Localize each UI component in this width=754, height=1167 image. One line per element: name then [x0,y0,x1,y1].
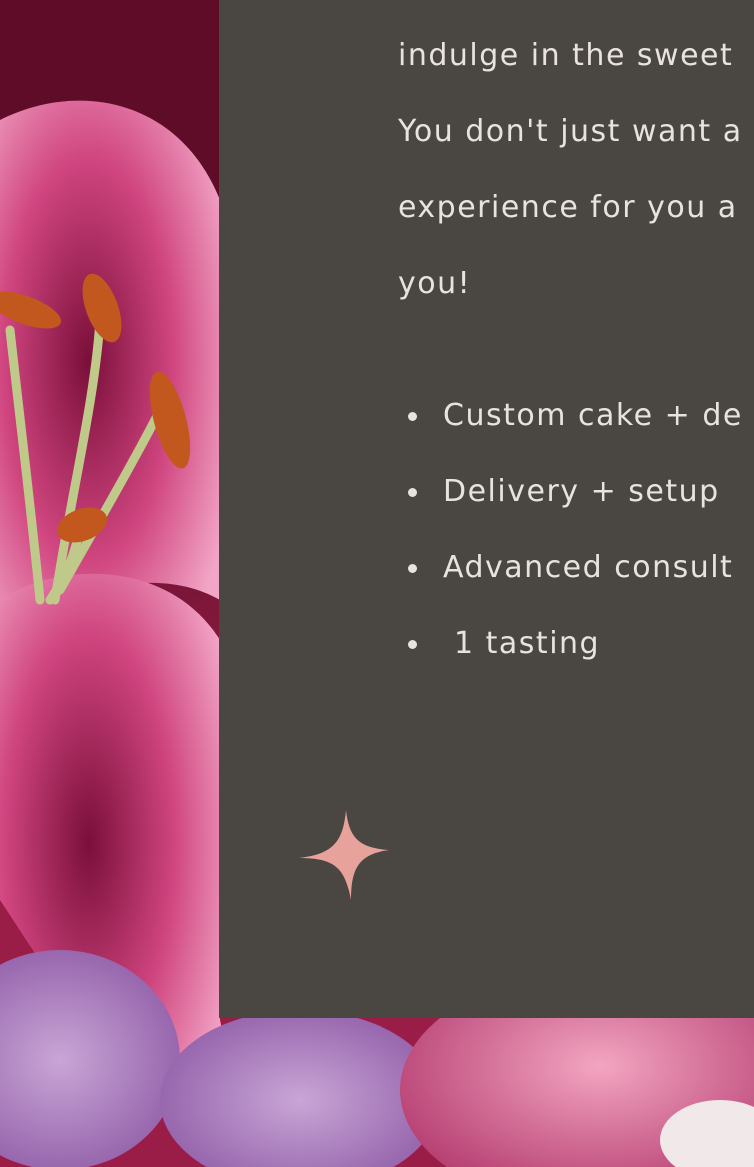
intro-line: experience for you a [398,190,738,225]
intro-paragraph: indulge in the sweet You don't just want… [398,18,754,322]
feature-item: Custom cake + de [398,378,743,454]
feature-label: 1 tasting [443,626,601,661]
feature-item: Delivery + setup [398,454,743,530]
feature-item: Advanced consult [398,530,743,606]
feature-label: Delivery + setup [443,474,720,509]
intro-line: you! [398,266,472,301]
feature-list: Custom cake + de Delivery + setup Advanc… [398,378,743,682]
intro-line: indulge in the sweet [398,38,734,73]
bullet-dot [408,564,417,573]
feature-item: 1 tasting [398,606,743,682]
sparkle-icon [299,810,389,900]
feature-label: Advanced consult [443,550,734,585]
bullet-dot [408,488,417,497]
bullet-dot [408,412,417,421]
content-panel: indulge in the sweet You don't just want… [219,0,754,1018]
intro-line: You don't just want a [398,114,743,149]
bullet-dot [408,640,417,649]
feature-label: Custom cake + de [443,398,743,433]
